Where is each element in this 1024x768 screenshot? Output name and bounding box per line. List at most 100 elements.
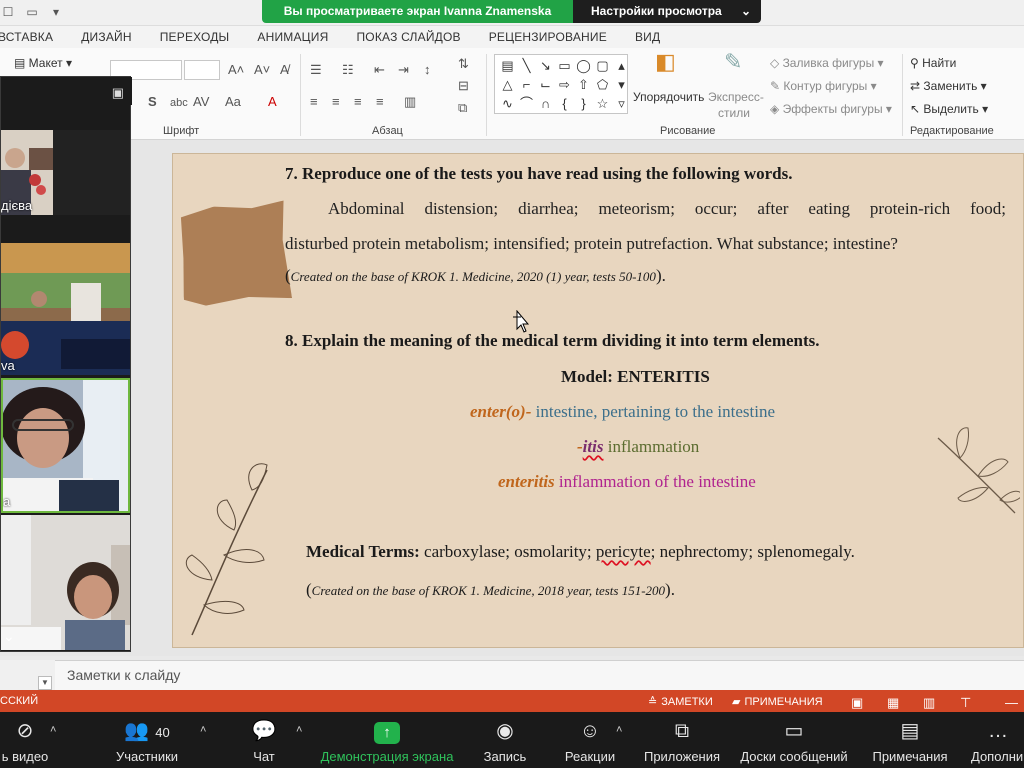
brace-left-icon[interactable]: { xyxy=(556,95,573,113)
connector-icon[interactable]: ⌙ xyxy=(537,76,554,94)
open-folder-icon[interactable]: ▭ xyxy=(24,4,40,20)
wave-icon[interactable]: ∩ xyxy=(537,95,554,113)
tab-slideshow[interactable]: ПОКАЗ СЛАЙДОВ xyxy=(342,30,474,44)
clear-format-icon[interactable]: A̸ xyxy=(280,62,289,78)
decrease-indent-icon[interactable]: ⇤ xyxy=(374,62,385,78)
font-size-box[interactable] xyxy=(184,60,220,80)
video-button[interactable]: ⊘ ь видео xyxy=(0,712,50,768)
oval-icon[interactable]: ◯ xyxy=(575,57,592,75)
tab-transitions[interactable]: ПЕРЕХОДЫ xyxy=(146,30,244,44)
tab-review[interactable]: РЕЦЕНЗИРОВАНИЕ xyxy=(475,30,621,44)
reactions-button[interactable]: ☺ Реакции xyxy=(562,712,618,768)
grow-font-icon[interactable]: A˄ xyxy=(228,62,244,78)
gallery-up-icon[interactable]: ▴ xyxy=(613,57,630,75)
participants-options-caret-icon[interactable]: ˄ xyxy=(200,724,206,736)
star-icon[interactable]: ☆ xyxy=(594,95,611,113)
participant-tile[interactable]: va xyxy=(1,243,130,375)
replace-button[interactable]: ⇄ Заменить ▾ xyxy=(910,79,987,93)
columns-icon[interactable]: ▥ xyxy=(404,94,416,110)
brace-right-icon[interactable]: } xyxy=(575,95,592,113)
comments-toggle[interactable]: ▰ ПРИМЕЧАНИЯ xyxy=(732,695,823,709)
strikethrough-s-icon[interactable]: S xyxy=(148,94,157,110)
select-button[interactable]: ↖ Выделить ▾ xyxy=(910,102,988,116)
quick-styles-icon[interactable]: ✎ xyxy=(724,51,742,73)
tab-view[interactable]: ВИД xyxy=(621,30,674,44)
align-left-icon[interactable]: ≡ xyxy=(310,94,318,110)
align-text-icon[interactable]: ⊟ xyxy=(458,78,469,94)
strikethrough-icon[interactable]: abc xyxy=(170,95,188,111)
record-button[interactable]: ◉ Запись xyxy=(480,712,530,768)
layout-button[interactable]: ▤ Макет ▾ xyxy=(14,56,72,70)
elbow-icon[interactable]: ⌐ xyxy=(518,76,535,94)
change-case-icon[interactable]: Aa xyxy=(225,94,241,110)
gallery-down-icon[interactable]: ▾ xyxy=(613,76,630,94)
right-arrow-icon[interactable]: ⇨ xyxy=(556,76,573,94)
shapes-gallery[interactable]: ▤ ╲ ↘ ▭ ◯ ▢ ▴ △ ⌐ ⌙ ⇨ ⇧ ⬠ ▾ ∿ ⌒ ∩ { } ☆ … xyxy=(494,54,628,114)
font-color-icon[interactable]: A xyxy=(268,94,277,110)
video-options-caret-icon[interactable]: ˄ xyxy=(50,724,56,736)
reading-view-icon[interactable]: ▥ xyxy=(923,695,935,711)
participant-tile-active-speaker[interactable]: a xyxy=(1,378,130,513)
slide-canvas[interactable] xyxy=(172,153,1024,648)
share-screen-label: Демонстрация экрана xyxy=(320,749,454,764)
shape-outline-button[interactable]: ✎ Контур фигуры ▾ xyxy=(770,79,877,93)
language-indicator[interactable]: ССКИЙ xyxy=(0,695,38,707)
tab-design[interactable]: ДИЗАЙН xyxy=(67,30,146,44)
slide-notes-pane[interactable]: Заметки к слайду xyxy=(55,660,1024,690)
rounded-rect-icon[interactable]: ▢ xyxy=(594,57,611,75)
chevron-down-icon[interactable]: ⌄ xyxy=(3,628,15,645)
char-spacing-icon[interactable]: AV xyxy=(193,94,209,110)
numbering-icon[interactable]: ☷ xyxy=(342,62,354,78)
zoom-slider-icon[interactable]: — xyxy=(1005,695,1018,710)
shape-effects-button[interactable]: ◈ Эффекты фигуры ▾ xyxy=(770,102,892,116)
curve-icon[interactable]: ∿ xyxy=(499,95,516,113)
shrink-font-icon[interactable]: A˅ xyxy=(254,62,270,78)
rectangle-icon[interactable]: ▭ xyxy=(556,57,573,75)
arrow-line-icon[interactable]: ↘ xyxy=(537,57,554,75)
notes-button[interactable]: ▤ Примечания xyxy=(868,712,952,768)
line-icon[interactable]: ╲ xyxy=(518,57,535,75)
tab-insert[interactable]: ВСТАВКА xyxy=(0,30,67,44)
increase-indent-icon[interactable]: ⇥ xyxy=(398,62,409,78)
smartart-icon[interactable]: ⧉ xyxy=(458,100,467,116)
shape-fill-button[interactable]: ◇ Заливка фигуры ▾ xyxy=(770,56,884,70)
bullets-icon[interactable]: ☰ xyxy=(310,62,322,78)
slide-sorter-icon[interactable]: ▦ xyxy=(887,695,899,711)
view-options-button[interactable]: Настройки просмотра ⌄ xyxy=(573,0,761,23)
slideshow-view-icon[interactable]: ⊤ xyxy=(960,695,971,711)
participant-tile[interactable] xyxy=(1,515,130,650)
line-spacing-icon[interactable]: ↕ xyxy=(424,62,431,78)
arrange-button[interactable]: Упорядочить xyxy=(633,90,704,104)
participants-button[interactable]: 👥 40 Участники xyxy=(112,712,182,768)
up-arrow-icon[interactable]: ⇧ xyxy=(575,76,592,94)
align-center-icon[interactable]: ≡ xyxy=(332,94,340,110)
align-right-icon[interactable]: ≡ xyxy=(354,94,362,110)
justify-icon[interactable]: ≡ xyxy=(376,94,384,110)
textbox-icon[interactable]: ▤ xyxy=(499,57,516,75)
chat-options-caret-icon[interactable]: ˄ xyxy=(296,724,302,736)
triangle-icon[interactable]: △ xyxy=(499,76,516,94)
flowchart-icon[interactable]: ⬠ xyxy=(594,76,611,94)
gallery-layout-icon[interactable]: ▣ xyxy=(112,85,124,101)
scroll-down-icon[interactable]: ▼ xyxy=(38,676,52,690)
customize-toolbar-icon[interactable]: ▾ xyxy=(48,4,64,20)
text-direction-icon[interactable]: ⇅ xyxy=(458,56,469,72)
chat-button[interactable]: 💬 Чат xyxy=(244,712,284,768)
participant-tile[interactable]: дієва xyxy=(1,130,130,215)
whiteboards-button[interactable]: ▭ Доски сообщений xyxy=(736,712,852,768)
apps-label: Приложения xyxy=(643,749,721,764)
share-screen-button[interactable]: ↑ Демонстрация экрана xyxy=(318,712,456,768)
notes-toggle[interactable]: ≙ ЗАМЕТКИ xyxy=(648,695,713,709)
tab-animation[interactable]: АНИМАЦИЯ xyxy=(243,30,342,44)
arrange-icon[interactable]: ◧ xyxy=(655,51,676,73)
more-button[interactable]: … Дополни xyxy=(968,712,1024,768)
apps-button[interactable]: ⧉ Приложения xyxy=(640,712,724,768)
checkbox-icon[interactable]: ☐ xyxy=(0,4,16,20)
quick-styles-button[interactable]: Экспресс- xyxy=(708,90,764,104)
arc-icon[interactable]: ⌒ xyxy=(518,95,535,113)
normal-view-icon[interactable]: ▣ xyxy=(851,695,863,711)
gallery-more-icon[interactable]: ▿ xyxy=(613,95,630,113)
reactions-options-caret-icon[interactable]: ˄ xyxy=(616,724,622,736)
notes-icon: ≙ xyxy=(648,696,658,708)
find-button[interactable]: ⚲ Найти xyxy=(910,56,956,70)
